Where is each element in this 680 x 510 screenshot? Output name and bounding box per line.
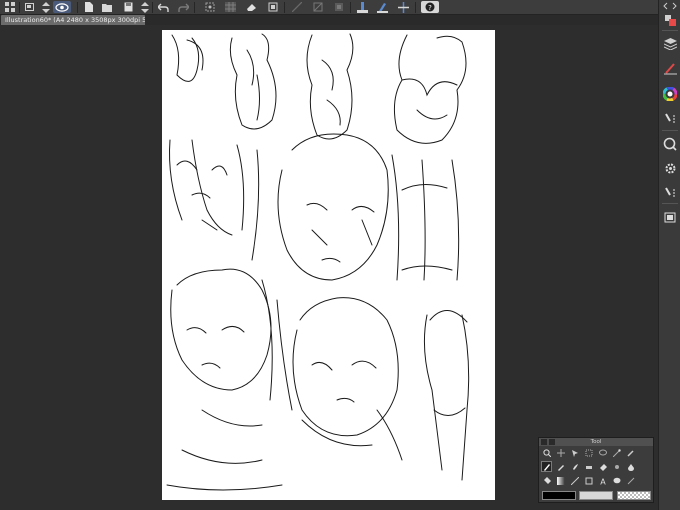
figure-tool-icon[interactable] [570,476,579,485]
layer-stack-icon[interactable] [662,36,678,52]
pen-tool-icon[interactable] [541,461,552,472]
eraser-icon[interactable] [245,1,258,13]
pattern-icon[interactable] [224,1,237,13]
dock-separator [662,203,678,204]
toolbar-separator [77,2,78,13]
collapse-arrows-icon[interactable] [662,1,678,10]
zoom-tool-icon[interactable] [542,448,551,457]
wand-tool-icon[interactable] [612,448,621,457]
airbrush-tool-icon[interactable] [584,462,593,471]
balloon-tool-icon[interactable] [612,476,621,485]
document-tab[interactable]: Illustration60* (A4 2480 x 3508px 300dpi… [1,15,145,25]
chevron-down-icon[interactable] [648,16,656,29]
document-tab-bar: Illustration60* (A4 2480 x 3508px 300dpi… [0,15,658,25]
svg-text:A: A [600,477,606,485]
correct-line-tool-icon[interactable] [626,476,635,485]
close-icon[interactable] [541,439,547,445]
bucket-tool-icon[interactable] [542,476,551,485]
open-folder-icon[interactable] [101,1,114,13]
toolbar-separator [152,2,153,13]
lasso-tool-icon[interactable] [598,448,607,457]
fill-tool-icon[interactable] [626,462,635,471]
eyedropper-tool-icon[interactable] [626,448,635,457]
export-icon[interactable] [662,209,678,225]
pencil-tool-icon[interactable] [556,462,565,471]
save-icon[interactable] [122,1,135,13]
transparent-color-swatch[interactable] [617,491,651,500]
sort-icon[interactable] [138,1,151,13]
symmetry-icon[interactable] [397,1,410,13]
eraser-tool-icon[interactable] [598,462,607,471]
ruler-icon[interactable] [290,1,303,13]
redo-icon[interactable] [177,1,190,13]
background-color-swatch[interactable] [579,491,613,500]
toolbar-separator [194,2,195,13]
tool-palette-title: Tool [539,438,653,446]
frame-tool-icon[interactable] [584,476,593,485]
app-window: ? Illustration60* (A4 2480 x 3508px 300d… [0,0,680,510]
brush-icon[interactable] [662,60,678,76]
minimize-icon[interactable] [549,439,555,445]
lock-icon[interactable] [332,1,345,13]
brush-tool-icon[interactable] [570,462,579,471]
main-toolbar: ? [0,0,680,15]
blend-tool-icon[interactable] [612,462,621,471]
dock-separator [662,130,678,131]
drawing-canvas[interactable] [162,30,495,500]
canvas-workspace[interactable]: Tool A [0,25,658,510]
sketch-artwork [166,33,470,491]
move-tool-icon[interactable] [556,448,565,457]
pen-icon[interactable] [356,1,369,13]
dock-separator [662,30,678,31]
toolbar-separator [350,2,351,13]
right-dock [658,0,680,510]
navigator-icon[interactable] [662,136,678,152]
sort-icon[interactable] [39,1,52,13]
undo-icon[interactable] [157,1,170,13]
layers-icon[interactable] [662,12,678,28]
pen-ruler-icon[interactable] [376,1,389,13]
select-tool-icon[interactable] [584,448,593,457]
text-tool-icon[interactable]: A [598,476,607,485]
svg-text:?: ? [428,4,432,12]
grid-icon[interactable] [3,1,16,13]
script-icon[interactable] [662,184,678,200]
transform-icon[interactable] [203,1,216,13]
mirror-icon[interactable] [311,1,324,13]
toolbar-separator [415,2,416,13]
gear-icon[interactable] [662,160,678,176]
new-file-icon[interactable] [82,1,95,13]
operation-tool-icon[interactable] [570,448,579,457]
toolbar-separator [284,2,285,13]
paint-tool-icon[interactable] [662,110,678,126]
eye-icon[interactable] [53,1,71,13]
help-icon[interactable]: ? [421,1,439,13]
gradient-tool-icon[interactable] [556,476,565,485]
tool-palette[interactable]: Tool A [538,437,654,503]
select-icon[interactable] [266,1,279,13]
foreground-color-swatch[interactable] [542,491,576,500]
color-wheel-icon[interactable] [662,86,678,102]
toolbar-separator [19,2,20,13]
screen-mode-icon[interactable] [24,1,37,13]
